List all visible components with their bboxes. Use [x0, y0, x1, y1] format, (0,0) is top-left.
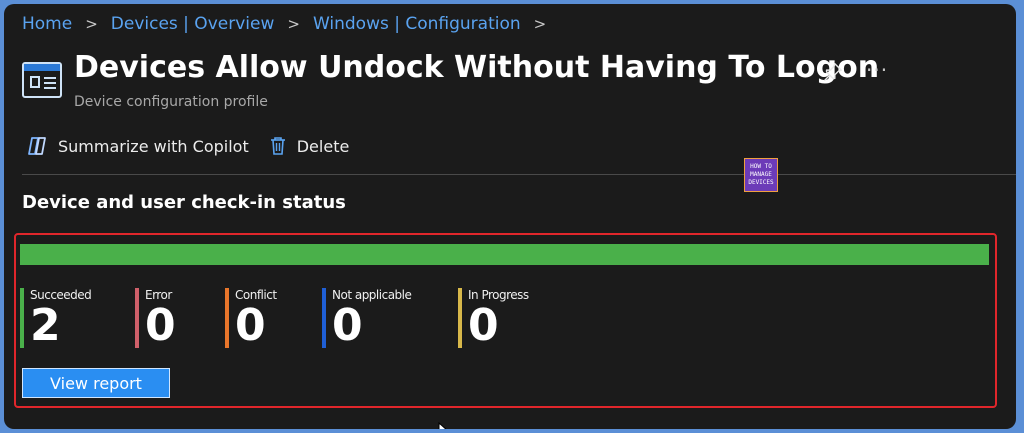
breadcrumb-separator: >	[85, 15, 98, 33]
stat-value: 0	[145, 300, 176, 351]
stat-color-bar	[225, 288, 229, 348]
stat-color-bar	[135, 288, 139, 348]
toolbar-divider	[22, 174, 1016, 175]
stat-color-bar	[322, 288, 326, 348]
breadcrumb: Home > Devices | Overview > Windows | Co…	[22, 14, 559, 34]
command-bar: Summarize with Copilot Delete	[26, 136, 369, 156]
stat-value: 2	[30, 300, 61, 351]
breadcrumb-devices-overview-link[interactable]: Devices | Overview	[111, 14, 275, 34]
stat-color-bar	[20, 288, 24, 348]
page-title: Devices Allow Undock Without Having To L…	[74, 50, 880, 85]
page-subtitle: Device configuration profile	[74, 94, 268, 110]
app-window: Home > Devices | Overview > Windows | Co…	[4, 4, 1016, 429]
stat-value: 0	[468, 300, 499, 351]
breadcrumb-separator: >	[287, 15, 300, 33]
breadcrumb-windows-configuration-link[interactable]: Windows | Configuration	[313, 14, 521, 34]
logo-line: HOW TO	[750, 163, 772, 170]
copilot-icon	[28, 137, 46, 155]
section-title: Device and user check-in status	[22, 192, 346, 213]
stat-color-bar	[458, 288, 462, 348]
status-progress-bar	[20, 244, 989, 265]
view-report-button[interactable]: View report	[22, 368, 170, 398]
pin-icon[interactable]	[822, 61, 844, 83]
summarize-with-copilot-label: Summarize with Copilot	[58, 136, 249, 156]
stat-value: 0	[235, 300, 266, 351]
device-profile-icon	[22, 62, 62, 98]
logo-line: DEVICES	[748, 179, 774, 186]
breadcrumb-home-link[interactable]: Home	[22, 14, 72, 34]
more-options-icon[interactable]: ···	[866, 58, 888, 82]
breadcrumb-separator: >	[533, 15, 547, 33]
summarize-with-copilot-button[interactable]: Summarize with Copilot	[26, 136, 249, 156]
delete-label: Delete	[296, 136, 350, 156]
stat-value: 0	[332, 300, 363, 351]
delete-button[interactable]: Delete	[269, 136, 350, 156]
trash-icon	[270, 137, 285, 155]
logo-line: MANAGE	[750, 171, 772, 178]
mouse-cursor-icon	[438, 422, 447, 429]
how-to-manage-devices-logo: HOW TO MANAGE DEVICES	[744, 158, 778, 192]
progress-fill-succeeded	[20, 244, 989, 265]
